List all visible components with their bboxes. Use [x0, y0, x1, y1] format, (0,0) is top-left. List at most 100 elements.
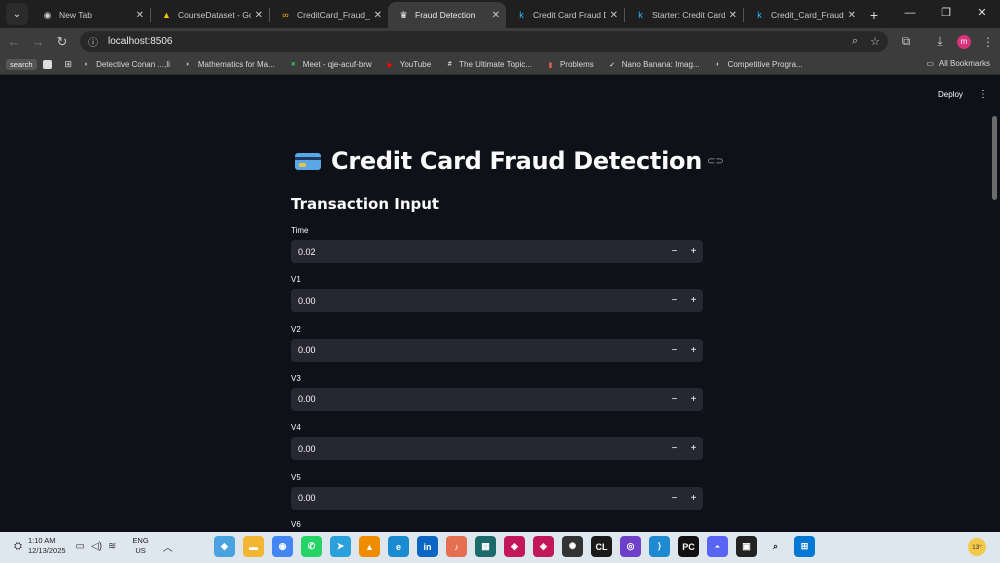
- close-tab-icon[interactable]: ✕: [610, 10, 618, 21]
- bookmark-item[interactable]: ▶ YouTube: [386, 60, 432, 69]
- telegram-icon[interactable]: ➤: [330, 536, 351, 557]
- number-input-v3: 0.00− +: [291, 387, 703, 411]
- apps-grid-icon[interactable]: ⊞: [65, 59, 73, 70]
- weather-widget[interactable]: 13°: [968, 538, 986, 556]
- bookmark-label: Competitive Progra...: [727, 60, 803, 69]
- whatsapp-icon[interactable]: ✆: [301, 536, 322, 557]
- copilot-icon[interactable]: ◆: [214, 536, 235, 557]
- app-menu-icon[interactable]: ⋮: [978, 89, 988, 100]
- clock[interactable]: 1:10 AM 12/13/2025: [28, 536, 66, 556]
- search-icon[interactable]: ⌕: [765, 536, 786, 557]
- deploy-button[interactable]: Deploy: [938, 90, 963, 99]
- page-scrollbar[interactable]: [992, 116, 997, 200]
- bookmark-item[interactable]: ◐ Competitive Progra...: [714, 60, 803, 69]
- all-bookmarks-button[interactable]: ▭ All Bookmarks: [926, 59, 990, 68]
- forward-button[interactable]: →: [26, 34, 50, 49]
- chrome-icon[interactable]: ◉: [272, 536, 293, 557]
- file-explorer-icon[interactable]: ▬: [243, 536, 264, 557]
- number-input-value[interactable]: 0.00: [291, 345, 665, 355]
- openai-icon[interactable]: ✺: [562, 536, 583, 557]
- notification-icon[interactable]: ⛭: [14, 541, 22, 552]
- browser-tab[interactable]: ▲ CourseDataset - Goo ✕: [151, 2, 269, 28]
- decrement-button[interactable]: −: [665, 394, 684, 405]
- bookmark-item[interactable]: # The Ultimate Topic...: [445, 60, 532, 69]
- number-input-value[interactable]: 0.00: [291, 394, 665, 404]
- decrement-button[interactable]: −: [665, 295, 684, 306]
- clion-icon[interactable]: CL: [591, 536, 612, 557]
- vlc-icon[interactable]: ▲: [359, 536, 380, 557]
- kaggle-icon: k: [519, 10, 524, 20]
- notes-icon[interactable]: ▣: [736, 536, 757, 557]
- reload-button[interactable]: ↻: [50, 34, 74, 50]
- star-icon[interactable]: ☆: [870, 35, 880, 48]
- decrement-button[interactable]: −: [665, 443, 684, 454]
- increment-button[interactable]: +: [684, 246, 703, 257]
- app-icon[interactable]: ▦: [475, 536, 496, 557]
- increment-button[interactable]: +: [684, 394, 703, 405]
- decrement-button[interactable]: −: [665, 246, 684, 257]
- number-input-value[interactable]: 0.00: [291, 444, 665, 454]
- close-tab-icon[interactable]: ✕: [848, 10, 856, 21]
- site-info-icon[interactable]: ⓘ: [88, 34, 98, 49]
- increment-button[interactable]: +: [684, 345, 703, 356]
- increment-button[interactable]: +: [684, 493, 703, 504]
- wifi-icon[interactable]: ≋: [108, 541, 116, 552]
- increment-button[interactable]: +: [684, 295, 703, 306]
- app-icon-2[interactable]: ◈: [533, 536, 554, 557]
- extensions-icon[interactable]: ⧉: [894, 34, 918, 49]
- number-input-value[interactable]: 0.00: [291, 296, 665, 306]
- discord-icon[interactable]: ◓: [707, 536, 728, 557]
- lang-bottom: US: [135, 546, 146, 555]
- browser-tab[interactable]: k Credit Card Fraud De ✕: [506, 2, 624, 28]
- minimize-button[interactable]: —: [892, 0, 928, 28]
- decrement-button[interactable]: −: [665, 345, 684, 356]
- anchor-link-icon[interactable]: ⊂⊃: [707, 156, 724, 167]
- bookmark-favicon-icon: ▶: [387, 61, 393, 69]
- number-input-value[interactable]: 0.00: [291, 493, 665, 503]
- browser-menu-icon[interactable]: ⋮: [976, 35, 1000, 49]
- profile-avatar[interactable]: m: [957, 34, 971, 49]
- close-tab-icon[interactable]: ✕: [374, 10, 382, 21]
- new-tab-button[interactable]: +: [862, 7, 886, 23]
- bookmark-item[interactable]: ✓ Nano Banana: Imag...: [608, 60, 700, 69]
- url-text[interactable]: localhost:8506: [108, 36, 840, 47]
- browser-tab[interactable]: ♛ Fraud Detection ✕: [388, 2, 506, 28]
- address-bar[interactable]: ⓘ localhost:8506 ⌕ ☆: [80, 31, 888, 52]
- battery-icon[interactable]: ▭: [76, 541, 85, 552]
- close-tab-icon[interactable]: ✕: [729, 10, 737, 21]
- increment-button[interactable]: +: [684, 443, 703, 454]
- bookmark-label: Nano Banana: Imag...: [621, 60, 700, 69]
- volume-icon[interactable]: ◁): [91, 541, 102, 552]
- linkedin-icon[interactable]: in: [417, 536, 438, 557]
- back-button[interactable]: ←: [2, 34, 26, 49]
- bookmark-folder-icon[interactable]: [42, 60, 57, 69]
- chevron-up-icon[interactable]: ︿: [163, 539, 173, 554]
- maximize-button[interactable]: ❐: [928, 0, 964, 28]
- bookmark-item[interactable]: ▮ Problems: [546, 60, 594, 69]
- zoom-icon[interactable]: ⌕: [852, 35, 858, 48]
- windows-start-icon[interactable]: ⊞: [794, 536, 815, 557]
- tab-search-button[interactable]: ⌄: [6, 3, 28, 25]
- download-icon[interactable]: ⤓: [928, 34, 952, 49]
- edge-icon[interactable]: e: [388, 536, 409, 557]
- browser-tab[interactable]: ◉ New Tab ✕: [32, 2, 150, 28]
- language-indicator[interactable]: ENG US: [132, 536, 148, 556]
- bookmark-item[interactable]: ■ Meet - qje-acuf-brw: [289, 60, 372, 69]
- number-input-value[interactable]: 0.02: [291, 247, 665, 257]
- browser-tab[interactable]: k Starter: Credit Card F ✕: [625, 2, 743, 28]
- decrement-button[interactable]: −: [665, 493, 684, 504]
- vscode-icon[interactable]: ⟩: [649, 536, 670, 557]
- close-tab-icon[interactable]: ✕: [136, 10, 144, 21]
- close-tab-icon[interactable]: ✕: [255, 10, 263, 21]
- maps-icon[interactable]: ◈: [504, 536, 525, 557]
- bookmark-item[interactable]: ◐ Mathematics for Ma...: [184, 60, 275, 69]
- bookmark-item[interactable]: ◐ Detective Conan ...,li: [82, 60, 169, 69]
- github-icon[interactable]: ◎: [620, 536, 641, 557]
- close-window-button[interactable]: ✕: [964, 0, 1000, 28]
- podcast-icon[interactable]: ♪: [446, 536, 467, 557]
- bookmark-search[interactable]: search: [6, 59, 37, 70]
- browser-tab[interactable]: k Credit_Card_Fraud_A ✕: [744, 2, 862, 28]
- browser-tab[interactable]: ∞ CreditCard_Fraud_Fin ✕: [270, 2, 388, 28]
- pycharm-icon[interactable]: PC: [678, 536, 699, 557]
- close-tab-icon[interactable]: ✕: [492, 10, 500, 21]
